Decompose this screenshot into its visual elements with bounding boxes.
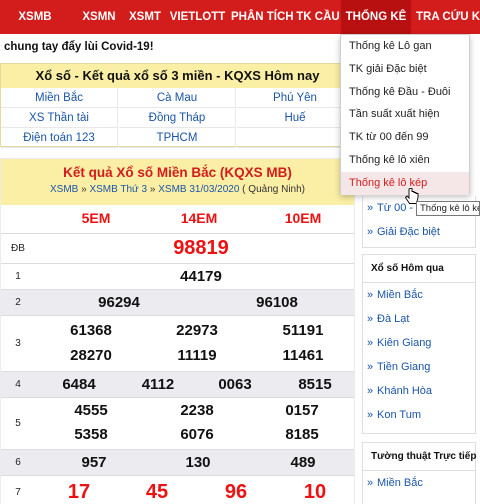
nav-tra-cuu-kq[interactable]: TRA CỨU KQ (413, 0, 480, 34)
prize-number: 11461 (282, 347, 324, 364)
results-header: Kết quả Xổ số Miền Bắc (KQXS MB) XSMB » … (1, 159, 354, 205)
prize-number: 98819 (173, 237, 229, 259)
prize-number: 4112 (141, 376, 175, 393)
region-link-than-tai[interactable]: XS Thần tài (1, 108, 118, 128)
covid-banner: chung tay đẩy lùi Covid-19! (4, 41, 154, 53)
region-link-dong-thap[interactable]: Đồng Tháp (119, 108, 236, 128)
sidebar-yesterday: Xổ số Hôm qua Miền Bắc Đà Lạt Kiên Giang… (362, 254, 476, 434)
region-link-dien-toan[interactable]: Điện toán 123 (1, 128, 118, 148)
table-row: 4 6484 4112 0063 8515 (1, 371, 354, 397)
crumb-thu3[interactable]: XSMB Thứ 3 (89, 184, 147, 195)
prize-number: 44179 (180, 268, 222, 285)
crumb-sep: » (78, 184, 90, 195)
prize-label: 3 (15, 338, 21, 349)
regions-box: Xổ số - Kết quả xổ số 3 miền - KQXS Hôm … (0, 63, 355, 148)
dropdown-item-lo-xien[interactable]: Thống kê lô xiên (341, 149, 469, 172)
prize-number: 957 (81, 454, 107, 471)
prize-number: 17 (67, 481, 91, 503)
dropdown-item-giai-dac-biet[interactable]: TK giải Đặc biệt (341, 58, 469, 81)
prize-label: ĐB (11, 243, 25, 254)
top-nav: XSMB XSMN XSMT VIETLOTT PHÂN TÍCH TK CẦU… (0, 0, 480, 34)
codes-row: 5EM 14EM 10EM (1, 205, 354, 233)
table-row: 2 96294 96108 (1, 289, 354, 315)
prize-label: 7 (15, 487, 21, 498)
table-row: ĐB 98819 (1, 233, 354, 263)
prize-number: 2238 (180, 402, 214, 419)
prize-number: 45 (145, 481, 169, 503)
prize-number: 96108 (256, 294, 298, 311)
prize-number: 96 (224, 481, 248, 503)
table-row: 6 957 130 489 (1, 449, 354, 475)
prize-number: 8515 (298, 376, 332, 393)
nav-xsmb[interactable]: XSMB (0, 0, 70, 34)
prize-number: 96294 (98, 294, 140, 311)
crumb-xsmb[interactable]: XSMB (50, 184, 78, 195)
prize-number: 61368 (70, 322, 112, 339)
prize-number: 10 (303, 481, 327, 503)
nav-xsmt[interactable]: XSMT (125, 0, 165, 34)
region-link-ca-mau[interactable]: Cà Mau (119, 88, 236, 108)
prize-label: 2 (15, 297, 21, 308)
region-link-empty (237, 128, 354, 148)
table-row: 1 44179 (1, 263, 354, 289)
results-title: Kết quả Xổ số Miền Bắc (KQXS MB) (63, 165, 292, 180)
results-table: Kết quả Xổ số Miền Bắc (KQXS MB) XSMB » … (0, 158, 355, 504)
region-link-tphcm[interactable]: TPHCM (119, 128, 236, 148)
crumb-place: ( Quảng Ninh) (239, 184, 305, 195)
breadcrumb: XSMB » XSMB Thứ 3 » XSMB 31/03/2020 ( Qu… (1, 184, 354, 195)
prize-number: 28270 (70, 347, 112, 364)
sidebar-item-kon-tum[interactable]: Kon Tum (363, 403, 475, 427)
table-row: 5 4555 2238 0157 5358 6076 8185 (1, 397, 354, 449)
prize-number: 6484 (62, 376, 96, 393)
regions-title: Xổ số - Kết quả xổ số 3 miền - KQXS Hôm … (1, 64, 354, 88)
nav-tk-cau[interactable]: TK CẦU (293, 0, 343, 34)
table-row: 3 61368 22973 51191 28270 11119 11461 (1, 315, 354, 371)
prize-number: 0063 (218, 376, 252, 393)
sidebar-yesterday-title: Xổ số Hôm qua (363, 255, 475, 283)
prize-number: 6076 (180, 426, 214, 443)
prize-number: 8185 (285, 426, 319, 443)
prize-code: 5EM (81, 210, 111, 226)
sidebar-item-giai-dac-biet[interactable]: Giải Đặc biệt (363, 220, 475, 244)
sidebar-item-khanh-hoa[interactable]: Khánh Hòa (363, 379, 475, 403)
prize-label: 5 (15, 418, 21, 429)
region-link-mien-bac[interactable]: Miền Bắc (1, 88, 118, 108)
thong-ke-dropdown: Thống kê Lô gan TK giải Đặc biệt Thống k… (340, 34, 470, 195)
sidebar-live: Tường thuật Trực tiếp Miền Bắc (362, 442, 476, 504)
nav-thong-ke[interactable]: THỐNG KÊ (341, 0, 411, 34)
sidebar-item-mien-bac[interactable]: Miền Bắc (363, 283, 475, 307)
prize-number: 130 (185, 454, 211, 471)
sidebar-item-kien-giang[interactable]: Kiên Giang (363, 331, 475, 355)
sidebar-item-da-lat[interactable]: Đà Lạt (363, 307, 475, 331)
prize-number: 4555 (74, 402, 108, 419)
prize-code: 14EM (180, 210, 218, 226)
nav-xsmn[interactable]: XSMN (74, 0, 124, 34)
crumb-date[interactable]: XSMB 31/03/2020 (158, 184, 239, 195)
dropdown-item-00-99[interactable]: TK từ 00 đến 99 (341, 126, 469, 149)
dropdown-item-dau-duoi[interactable]: Thống kê Đầu - Đuôi (341, 81, 469, 104)
prize-number: 51191 (282, 322, 324, 339)
crumb-sep: » (147, 184, 159, 195)
prize-number: 5358 (74, 426, 108, 443)
dropdown-item-tan-suat[interactable]: Tần suất xuất hiện (341, 103, 469, 126)
region-link-phu-yen[interactable]: Phú Yên (237, 88, 354, 108)
prize-number: 22973 (176, 322, 218, 339)
region-link-hue[interactable]: Huế (237, 108, 354, 128)
dropdown-item-lo-gan[interactable]: Thống kê Lô gan (341, 35, 469, 58)
sidebar-live-title: Tường thuật Trực tiếp (363, 443, 476, 471)
table-row: 7 17 45 96 10 (1, 475, 354, 504)
prize-label: 4 (15, 379, 21, 390)
sidebar-item-tien-giang[interactable]: Tiền Giang (363, 355, 475, 379)
tooltip: Thống kê lô kép (416, 201, 480, 216)
prize-code: 10EM (284, 210, 322, 226)
nav-vietlott[interactable]: VIETLOTT (165, 0, 230, 34)
prize-label: 1 (15, 271, 21, 282)
prize-label: 6 (15, 457, 21, 468)
nav-phan-tich[interactable]: PHÂN TÍCH (231, 0, 294, 34)
prize-number: 11119 (177, 347, 217, 364)
prize-number: 0157 (285, 402, 319, 419)
prize-number: 489 (290, 454, 316, 471)
sidebar-item-live-mien-bac[interactable]: Miền Bắc (363, 471, 475, 495)
